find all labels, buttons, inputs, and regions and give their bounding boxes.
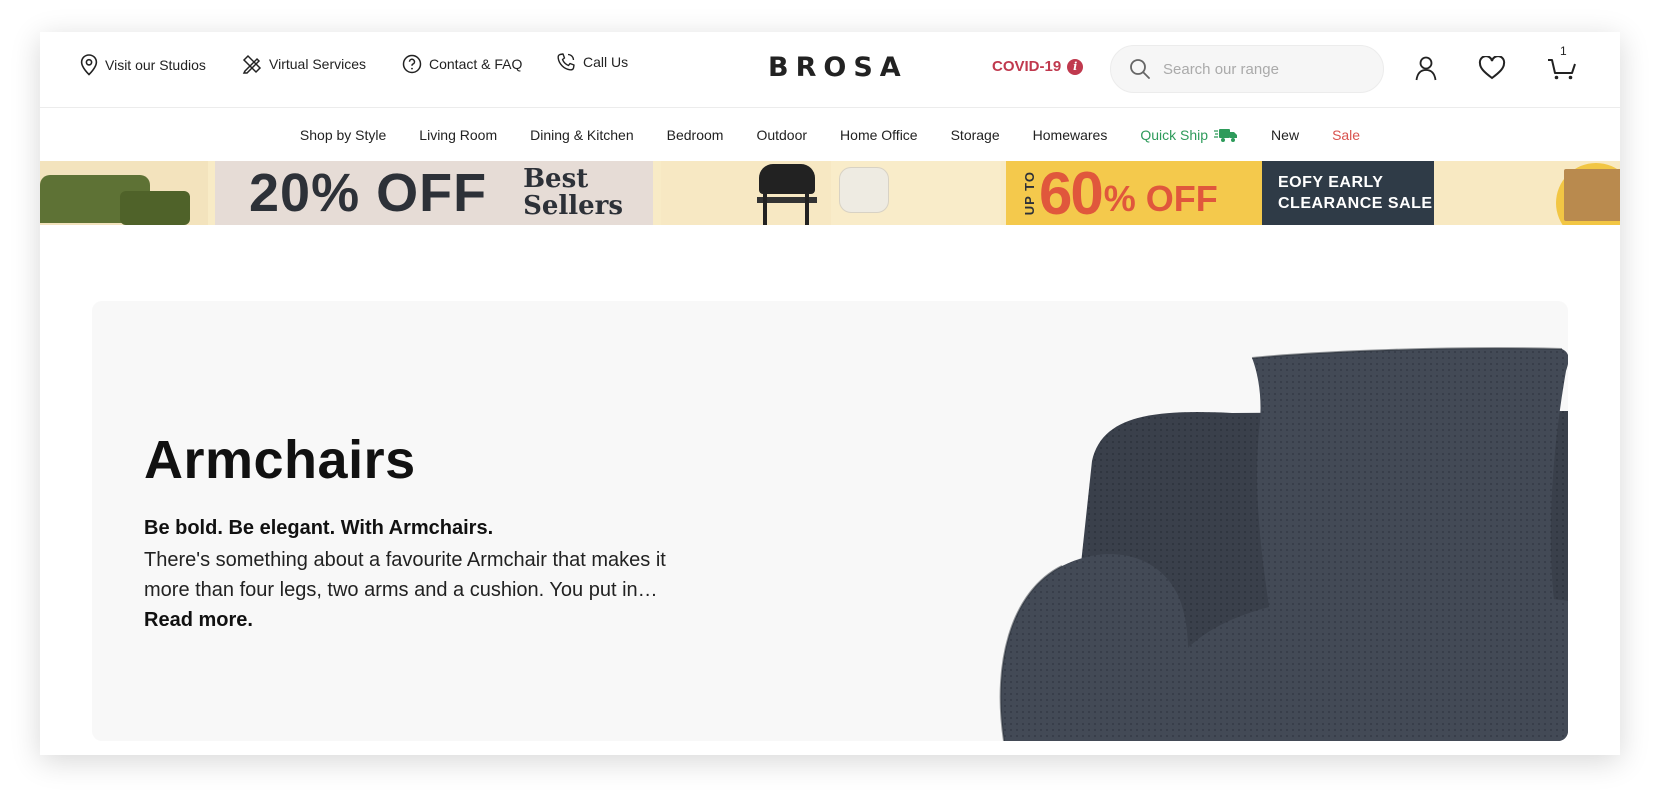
call-us-link[interactable]: Call Us xyxy=(556,52,628,72)
covid-notice-link[interactable]: COVID-19 i xyxy=(992,58,1084,75)
promo-best-line: Best xyxy=(523,164,589,194)
promo-banner[interactable]: 20% OFF Best Sellers UP TO 60 % OFF EOFY… xyxy=(40,161,1620,225)
nav-item-homewares[interactable]: Homewares xyxy=(1016,127,1124,143)
read-more-link[interactable]: Read more. xyxy=(144,609,253,631)
cart-count: 1 xyxy=(1560,44,1567,58)
promo-sideboard-image xyxy=(1434,161,1620,225)
hero-description: There's something about a favourite Armc… xyxy=(144,545,704,635)
wishlist-button[interactable] xyxy=(1474,50,1510,86)
account-button[interactable] xyxy=(1408,50,1444,86)
search-input[interactable] xyxy=(1163,60,1363,78)
map-pin-icon xyxy=(80,54,98,76)
cart-button[interactable]: 1 xyxy=(1544,44,1580,86)
armchair-image xyxy=(999,347,1568,741)
nav-item-bedroom[interactable]: Bedroom xyxy=(650,127,740,143)
promo-best-sellers: 20% OFF Best Sellers xyxy=(215,161,653,225)
nav-item-new[interactable]: New xyxy=(1255,127,1316,143)
hero-subtitle: Be bold. Be elegant. With Armchairs. xyxy=(144,517,494,539)
promo-chair-image xyxy=(661,161,831,225)
search-box[interactable] xyxy=(1110,45,1384,93)
nav-item-dining-kitchen[interactable]: Dining & Kitchen xyxy=(514,127,651,143)
promo-armchair-image xyxy=(831,161,1001,225)
nav-item-living-room[interactable]: Living Room xyxy=(403,127,514,143)
info-icon: i xyxy=(1067,58,1084,75)
category-hero: Armchairs Be bold. Be elegant. With Armc… xyxy=(92,301,1568,741)
promo-20-off: 20% OFF xyxy=(249,163,488,223)
top-bar: Visit our Studios Virtual Services Conta… xyxy=(40,32,1620,108)
virtual-services-label: Virtual Services xyxy=(269,56,367,72)
promo-up-to: UP TO xyxy=(1022,170,1037,216)
promo-pct-off: % OFF xyxy=(1103,178,1218,219)
nav-item-home-office[interactable]: Home Office xyxy=(824,127,935,143)
visit-studios-link[interactable]: Visit our Studios xyxy=(80,54,206,76)
promo-eofy-line2: CLEARANCE SALE xyxy=(1278,195,1433,212)
promo-sellers-line: Sellers xyxy=(523,191,624,221)
virtual-services-link[interactable]: Virtual Services xyxy=(242,54,366,74)
promo-eofy: EOFY EARLY CLEARANCE SALE xyxy=(1262,161,1434,225)
truck-icon xyxy=(1214,129,1238,142)
promo-best-sellers-text: Best Sellers xyxy=(523,166,623,220)
quick-ship-label: Quick Ship xyxy=(1140,127,1209,143)
hero-body-text: There's something about a favourite Armc… xyxy=(144,549,666,601)
nav-item-quick-ship[interactable]: Quick Ship xyxy=(1124,127,1255,143)
visit-studios-label: Visit our Studios xyxy=(105,57,206,73)
search-icon xyxy=(1130,59,1150,79)
cart-icon xyxy=(1548,59,1576,80)
heart-icon xyxy=(1478,56,1506,80)
promo-60-off: UP TO 60 % OFF xyxy=(1006,161,1262,225)
user-icon xyxy=(1415,56,1437,81)
nav-item-shop-by-style[interactable]: Shop by Style xyxy=(283,127,402,143)
page-title: Armchairs xyxy=(144,430,416,490)
promo-sofa-image xyxy=(40,161,208,225)
nav-item-sale[interactable]: Sale xyxy=(1316,127,1377,143)
nav-item-outdoor[interactable]: Outdoor xyxy=(740,127,824,143)
promo-eofy-line1: EOFY EARLY xyxy=(1278,174,1384,191)
pencil-ruler-icon xyxy=(242,54,262,74)
question-circle-icon xyxy=(402,54,422,74)
main-nav: Shop by Style Living Room Dining & Kitch… xyxy=(40,109,1620,161)
page-frame: Visit our Studios Virtual Services Conta… xyxy=(40,32,1620,755)
contact-faq-link[interactable]: Contact & FAQ xyxy=(402,54,522,74)
nav-item-storage[interactable]: Storage xyxy=(934,127,1016,143)
brosa-logo[interactable]: BROSA xyxy=(768,52,908,83)
contact-faq-label: Contact & FAQ xyxy=(429,56,523,72)
promo-60: 60 xyxy=(1039,161,1104,225)
phone-icon xyxy=(557,53,575,71)
covid-label: COVID-19 xyxy=(992,58,1062,75)
call-us-label: Call Us xyxy=(583,54,629,70)
